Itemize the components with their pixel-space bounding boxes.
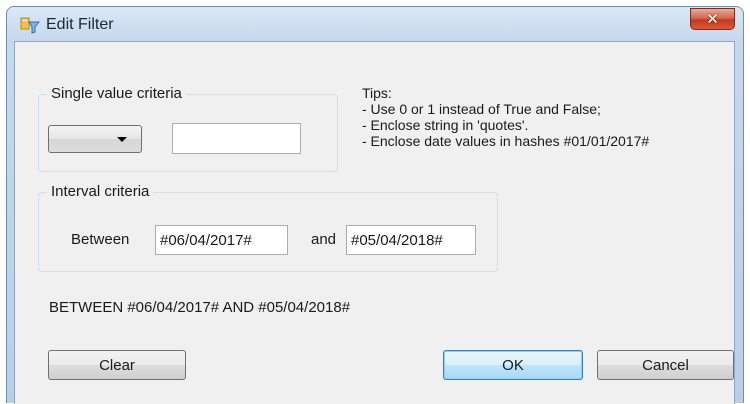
clear-button[interactable]: Clear	[48, 350, 186, 380]
operator-dropdown[interactable]	[48, 125, 142, 153]
single-value-group-label: Single value criteria	[47, 85, 186, 102]
single-value-input[interactable]	[172, 123, 301, 154]
close-button[interactable]: ✕	[690, 8, 735, 30]
tip-line: - Enclose string in 'quotes'.	[362, 117, 529, 133]
filter-tool-icon	[20, 16, 41, 34]
between-end-input[interactable]	[346, 225, 476, 255]
interval-group-label: Interval criteria	[47, 183, 154, 200]
dialog-window: Edit Filter ✕ Single value criteria Tips…	[6, 6, 744, 404]
dialog-client-area: Single value criteria Tips: - Use 0 or 1…	[14, 41, 735, 404]
ok-button[interactable]: OK	[443, 350, 583, 380]
window-title: Edit Filter	[46, 16, 114, 33]
and-label: and	[311, 231, 337, 248]
between-start-input[interactable]	[155, 225, 288, 255]
tips-heading: Tips:	[362, 85, 392, 101]
filter-expression-preview: BETWEEN #06/04/2017# AND #05/04/2018#	[49, 299, 351, 316]
chevron-down-icon	[117, 137, 127, 142]
tip-line: - Enclose date values in hashes #01/01/2…	[362, 133, 650, 149]
close-icon: ✕	[706, 10, 719, 28]
title-bar[interactable]: Edit Filter ✕	[7, 7, 743, 43]
between-label: Between	[71, 231, 130, 248]
tips-panel: Tips: - Use 0 or 1 instead of True and F…	[362, 85, 649, 149]
tip-line: - Use 0 or 1 instead of True and False;	[362, 101, 601, 117]
cancel-button[interactable]: Cancel	[597, 350, 734, 380]
